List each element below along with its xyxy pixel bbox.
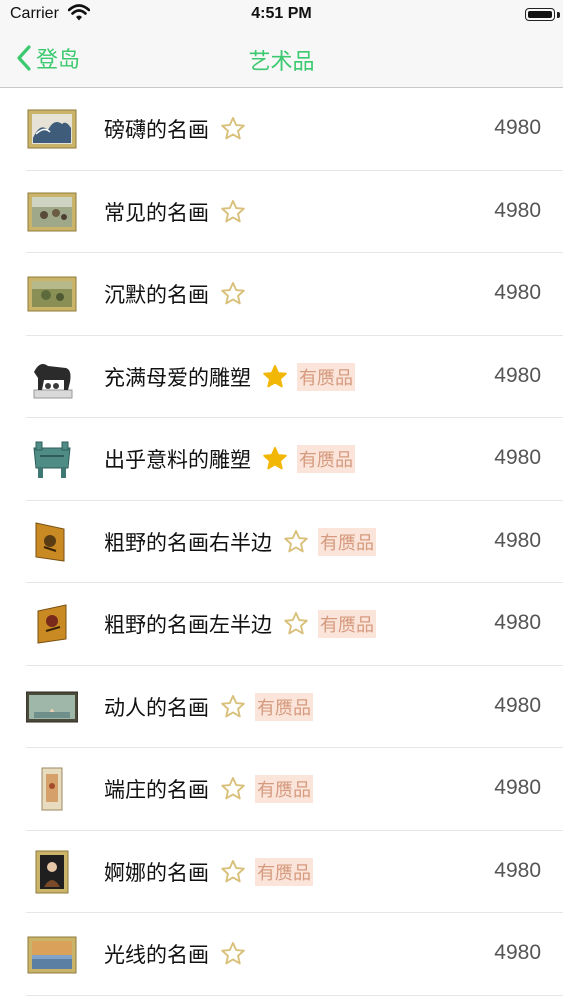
page-title: 艺术品 (248, 50, 315, 75)
item-name: 出乎意料的雕塑 (104, 448, 251, 472)
item-name: 常见的名画 (104, 200, 209, 225)
star-outline-icon[interactable] (219, 115, 247, 143)
list-item[interactable]: 粗野的名画左半边 有赝品 4980 (26, 583, 563, 666)
item-name: 充满母爱的雕塑 (104, 365, 251, 390)
item-title-group: 动人的名画 有赝品 (104, 687, 313, 727)
item-title-group: 磅礴的名画 (104, 109, 247, 149)
item-title-group: 光线的名画 (104, 934, 247, 974)
fake-badge: 有赝品 (297, 445, 355, 473)
status-time: 4:51 PM (251, 5, 312, 22)
list-item[interactable]: 沉默的名画 4980 (26, 253, 563, 336)
fake-badge: 有赝品 (318, 610, 376, 638)
list-item[interactable]: 光线的名画 4980 (26, 913, 563, 996)
star-outline-icon[interactable] (219, 775, 247, 803)
list-item[interactable]: 粗野的名画右半边 有赝品 4980 (26, 501, 563, 583)
item-price: 4980 (494, 776, 541, 799)
item-name: 端庄的名画 (104, 778, 209, 802)
star-outline-icon[interactable] (219, 693, 247, 721)
painting-thumbnail (26, 847, 78, 897)
item-price: 4980 (494, 693, 541, 717)
item-title-group: 常见的名画 (104, 192, 247, 232)
artwork-list: 磅礴的名画 4980 常见的名画 4980 沉默的名画 4980 充满母爱的雕塑 有赝品 498… (0, 88, 563, 996)
painting-thumbnail (26, 187, 78, 237)
fake-badge: 有赝品 (255, 857, 313, 886)
star-filled-icon[interactable] (261, 445, 289, 473)
list-item[interactable]: 婀娜的名画 有赝品 4980 (26, 831, 563, 913)
item-price: 4980 (494, 363, 541, 387)
star-outline-icon[interactable] (282, 610, 310, 638)
item-price: 4980 (494, 198, 541, 222)
list-item[interactable]: 端庄的名画 有赝品 4980 (26, 748, 563, 831)
item-price: 4980 (494, 611, 541, 634)
painting-thumbnail (26, 929, 78, 979)
painting-thumbnail (26, 104, 78, 154)
item-title-group: 充满母爱的雕塑 有赝品 (104, 357, 355, 397)
item-title-group: 出乎意料的雕塑 有赝品 (104, 439, 355, 479)
item-title-group: 粗野的名画右半边 有赝品 (104, 522, 376, 562)
star-outline-icon[interactable] (219, 940, 247, 968)
painting-thumbnail (26, 599, 78, 649)
item-name: 动人的名画 (104, 695, 209, 720)
item-price: 4980 (494, 116, 541, 139)
statue-thumbnail (26, 434, 78, 484)
item-name: 粗野的名画右半边 (104, 530, 272, 555)
star-outline-icon[interactable] (219, 858, 247, 886)
item-title-group: 端庄的名画 有赝品 (104, 769, 313, 809)
list-item[interactable]: 动人的名画 有赝品 4980 (25, 666, 563, 748)
fake-badge: 有赝品 (297, 362, 355, 391)
item-title-group: 婀娜的名画 有赝品 (104, 852, 313, 892)
list-item[interactable]: 磅礴的名画 4980 (26, 88, 563, 171)
fake-badge: 有赝品 (318, 527, 376, 556)
item-title-group: 沉默的名画 (104, 274, 247, 314)
item-name: 沉默的名画 (104, 283, 209, 307)
item-name: 婀娜的名画 (104, 860, 209, 885)
item-price: 4980 (494, 281, 541, 304)
painting-thumbnail (26, 764, 78, 814)
list-item[interactable]: 常见的名画 4980 (26, 171, 563, 253)
list-item[interactable]: 出乎意料的雕塑 有赝品 4980 (26, 418, 563, 501)
star-outline-icon[interactable] (219, 198, 247, 226)
star-outline-icon[interactable] (219, 280, 247, 308)
status-bar: Carrier 4:51 PM (0, 0, 563, 30)
item-name: 磅礴的名画 (104, 118, 209, 142)
list-item[interactable]: 充满母爱的雕塑 有赝品 4980 (26, 336, 563, 418)
fake-badge: 有赝品 (255, 775, 313, 803)
fake-badge: 有赝品 (255, 692, 313, 721)
item-price: 4980 (494, 528, 541, 552)
item-price: 4980 (494, 941, 541, 964)
battery-icon (525, 8, 555, 21)
painting-thumbnail (26, 269, 78, 319)
star-outline-icon[interactable] (282, 528, 310, 556)
item-name: 粗野的名画左半边 (104, 613, 272, 637)
painting-thumbnail (25, 682, 79, 732)
item-price: 4980 (494, 446, 541, 469)
item-title-group: 粗野的名画左半边 有赝品 (104, 604, 376, 644)
item-price: 4980 (494, 858, 541, 882)
painting-thumbnail (26, 517, 78, 567)
navigation-bar: 登岛 艺术品 (0, 30, 563, 88)
statue-thumbnail (26, 352, 78, 402)
item-name: 光线的名画 (104, 943, 209, 967)
battery-cap (557, 12, 560, 18)
star-filled-icon[interactable] (261, 363, 289, 391)
